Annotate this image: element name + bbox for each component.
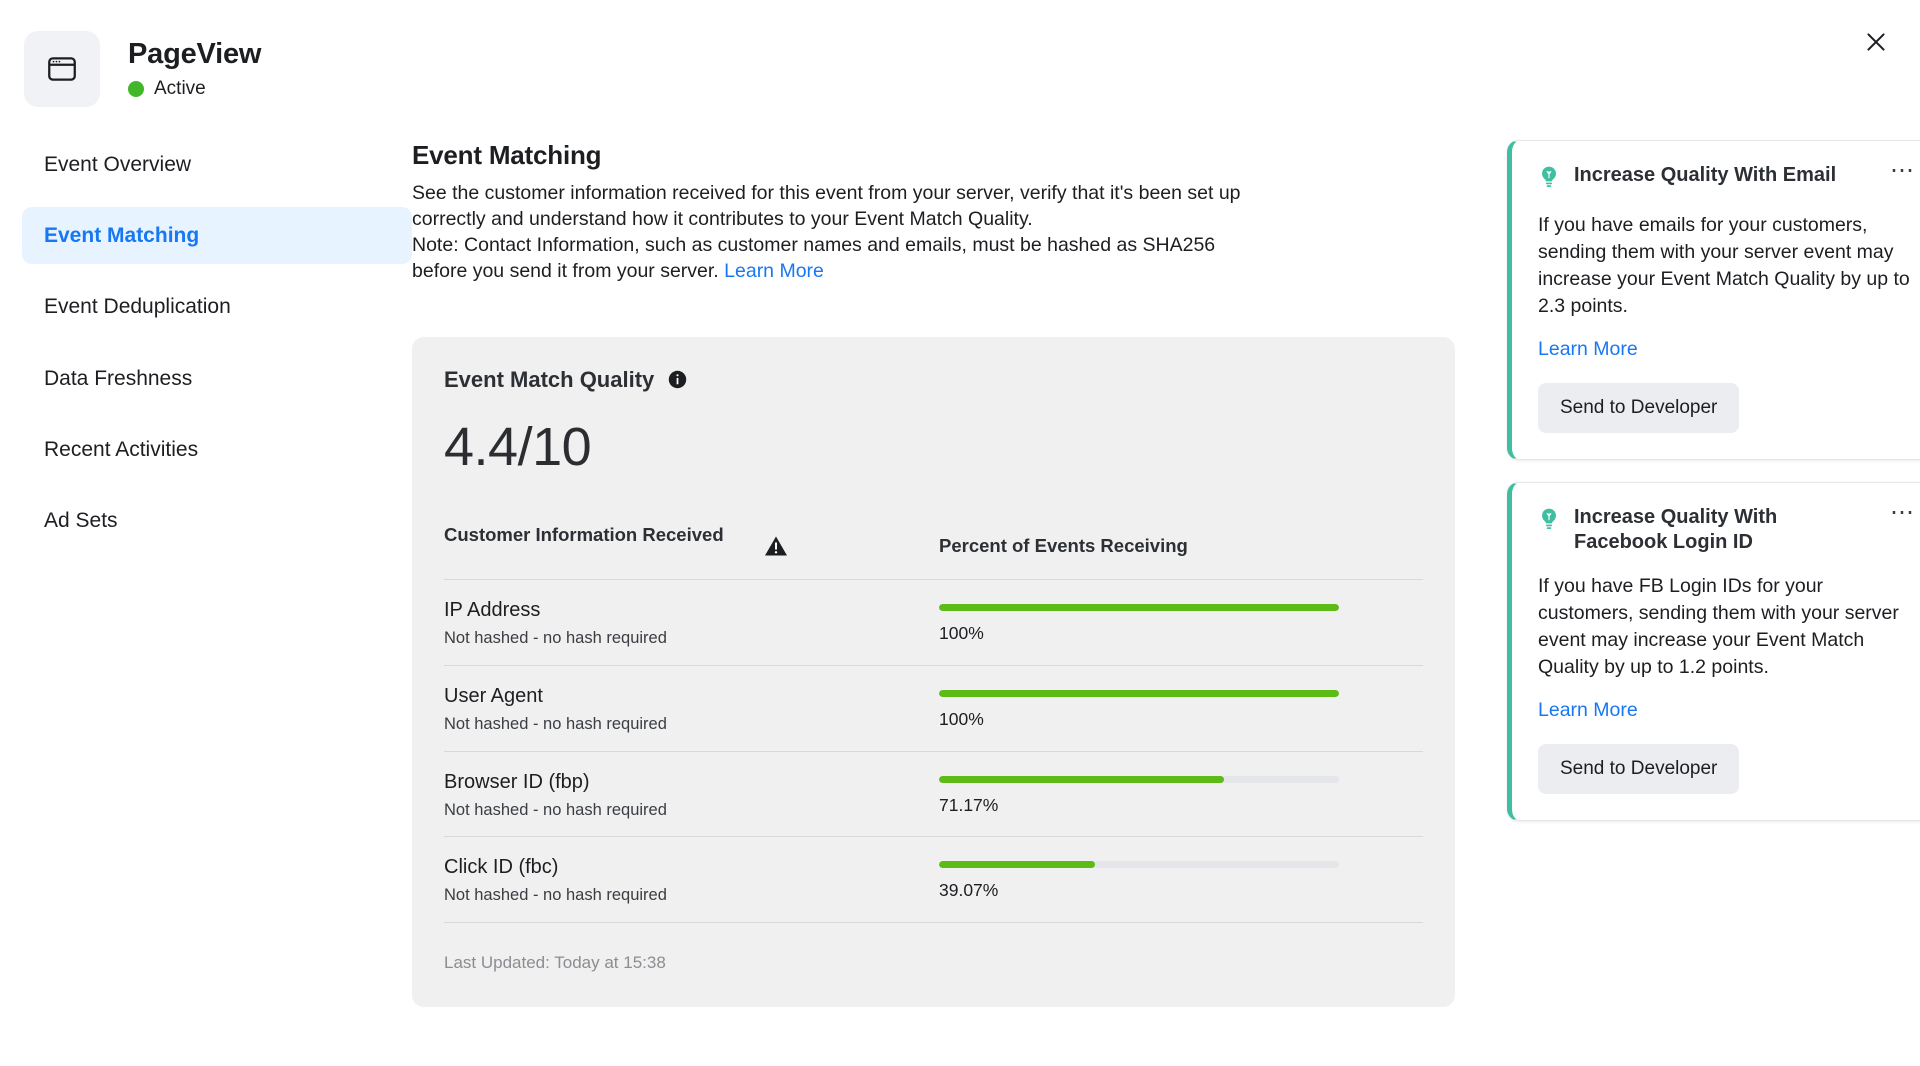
- close-icon: [1863, 29, 1889, 55]
- row-bar-cell: 100%: [939, 598, 1423, 644]
- section-description: See the customer information received fo…: [412, 181, 1412, 285]
- tip-card-email: ⋯ Increase Quality With Email If you hav…: [1507, 140, 1920, 460]
- status-badge: Active: [128, 78, 261, 100]
- card-title: Event Match Quality: [444, 367, 654, 393]
- desc-line-1: See the customer information received fo…: [412, 182, 1241, 204]
- lightbulb-icon: [1538, 507, 1560, 536]
- event-match-quality-score: 4.4/10: [444, 419, 1423, 476]
- tip-header: Increase Quality With Facebook Login ID: [1538, 505, 1910, 556]
- progress-fill: [939, 861, 1095, 868]
- table-row: Browser ID (fbp) Not hashed - no hash re…: [444, 752, 1423, 838]
- tip-title: Increase Quality With Facebook Login ID: [1574, 505, 1910, 556]
- app-header: PageView Active: [0, 0, 1920, 118]
- column-header-customer-information: Customer Information Received: [444, 523, 744, 547]
- header-text-group: PageView Active: [128, 38, 261, 99]
- status-label: Active: [154, 78, 206, 100]
- row-sublabel: Not hashed - no hash required: [444, 714, 939, 735]
- sidebar-item-ad-sets[interactable]: Ad Sets: [22, 492, 412, 549]
- row-sublabel: Not hashed - no hash required: [444, 885, 939, 906]
- table-row: User Agent Not hashed - no hash required…: [444, 666, 1423, 752]
- row-value: 100%: [939, 623, 1423, 644]
- status-dot-icon: [128, 81, 144, 97]
- row-label-cell: Browser ID (fbp) Not hashed - no hash re…: [444, 770, 939, 821]
- desc-line-4: before you send it from your server.: [412, 260, 719, 282]
- warning-triangle-icon: [744, 523, 939, 557]
- progress-fill: [939, 776, 1224, 783]
- row-label: IP Address: [444, 598, 939, 623]
- desc-line-3: Note: Contact Information, such as custo…: [412, 234, 1215, 256]
- last-updated-text: Last Updated: Today at 15:38: [444, 953, 1423, 973]
- lightbulb-icon: [1538, 165, 1560, 194]
- close-button[interactable]: [1854, 20, 1898, 64]
- card-header: Event Match Quality: [444, 367, 1423, 393]
- row-label-cell: Click ID (fbc) Not hashed - no hash requ…: [444, 855, 939, 906]
- desc-line-2: correctly and understand how it contribu…: [412, 208, 1033, 230]
- event-match-quality-card: Event Match Quality 4.4/10 Customer Info…: [412, 337, 1455, 1007]
- progress-track: [939, 776, 1339, 783]
- tip-learn-more-link[interactable]: Learn More: [1538, 699, 1638, 722]
- table-row: IP Address Not hashed - no hash required…: [444, 580, 1423, 666]
- page-title: PageView: [128, 38, 261, 71]
- send-to-developer-button[interactable]: Send to Developer: [1538, 383, 1739, 433]
- event-match-quality-table: Customer Information Received Percent of…: [444, 523, 1423, 923]
- sidebar-item-event-overview[interactable]: Event Overview: [22, 136, 412, 193]
- info-icon[interactable]: [668, 370, 687, 389]
- tip-title: Increase Quality With Email: [1574, 163, 1910, 188]
- more-options-icon[interactable]: ⋯: [1890, 505, 1916, 522]
- row-label-cell: IP Address Not hashed - no hash required: [444, 598, 939, 649]
- sidebar-item-event-matching[interactable]: Event Matching: [22, 207, 412, 264]
- main-content: Event Matching See the customer informat…: [412, 118, 1455, 1007]
- learn-more-link[interactable]: Learn More: [724, 260, 824, 282]
- column-header-percent-of-events: Percent of Events Receiving: [939, 523, 1423, 557]
- tip-header: Increase Quality With Email: [1538, 163, 1910, 194]
- row-value: 100%: [939, 709, 1423, 730]
- progress-track: [939, 861, 1339, 868]
- row-value: 71.17%: [939, 795, 1423, 816]
- row-label: Click ID (fbc): [444, 855, 939, 880]
- tip-learn-more-link[interactable]: Learn More: [1538, 338, 1638, 361]
- progress-fill: [939, 604, 1339, 611]
- section-title: Event Matching: [412, 140, 1455, 171]
- sidebar-item-data-freshness[interactable]: Data Freshness: [22, 350, 412, 407]
- row-label-cell: User Agent Not hashed - no hash required: [444, 684, 939, 735]
- table-row: Click ID (fbc) Not hashed - no hash requ…: [444, 837, 1423, 923]
- tip-card-facebook-login-id: ⋯ Increase Quality With Facebook Login I…: [1507, 482, 1920, 821]
- progress-track: [939, 604, 1339, 611]
- row-label: Browser ID (fbp): [444, 770, 939, 795]
- send-to-developer-button[interactable]: Send to Developer: [1538, 744, 1739, 794]
- row-bar-cell: 71.17%: [939, 770, 1423, 816]
- row-value: 39.07%: [939, 880, 1423, 901]
- tip-body: If you have emails for your customers, s…: [1538, 212, 1910, 320]
- table-header-row: Customer Information Received Percent of…: [444, 523, 1423, 580]
- progress-track: [939, 690, 1339, 697]
- browser-window-icon: [24, 31, 100, 107]
- row-bar-cell: 39.07%: [939, 855, 1423, 901]
- sidebar-item-recent-activities[interactable]: Recent Activities: [22, 421, 412, 478]
- row-sublabel: Not hashed - no hash required: [444, 800, 939, 821]
- row-label: User Agent: [444, 684, 939, 709]
- more-options-icon[interactable]: ⋯: [1890, 163, 1916, 180]
- tips-panel: ⋯ Increase Quality With Email If you hav…: [1507, 118, 1920, 843]
- sidebar-item-event-deduplication[interactable]: Event Deduplication: [22, 278, 412, 335]
- sidebar-nav: Event Overview Event Matching Event Dedu…: [22, 118, 412, 563]
- progress-fill: [939, 690, 1339, 697]
- page-layout: Event Overview Event Matching Event Dedu…: [0, 118, 1920, 1007]
- tip-body: If you have FB Login IDs for your custom…: [1538, 573, 1910, 681]
- row-sublabel: Not hashed - no hash required: [444, 628, 939, 649]
- row-bar-cell: 100%: [939, 684, 1423, 730]
